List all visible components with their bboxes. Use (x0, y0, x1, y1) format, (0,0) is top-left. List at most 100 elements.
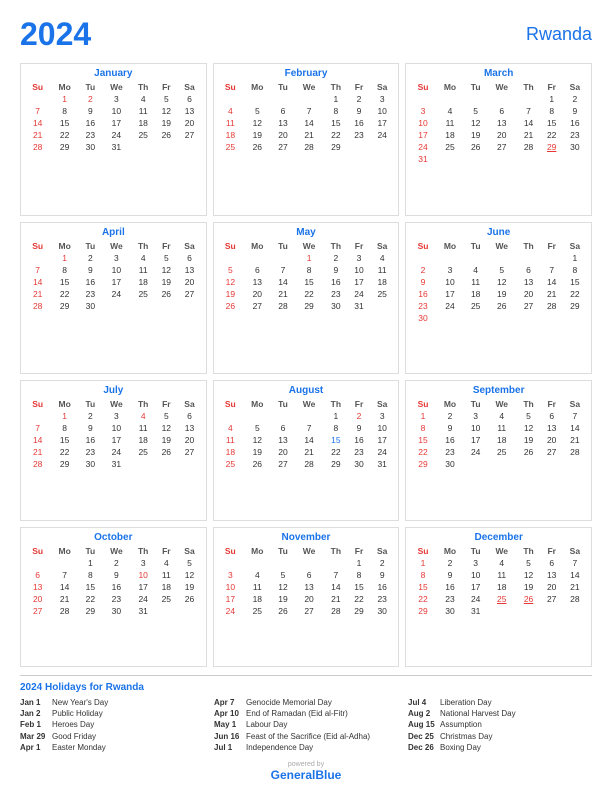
cal-day: 2 (79, 93, 102, 105)
cal-day: 18 (218, 129, 243, 141)
cal-day: 15 (50, 276, 79, 288)
day-header-th: Th (516, 398, 540, 410)
holiday-date: Jul 4 (408, 697, 436, 708)
cal-day: 12 (272, 581, 295, 593)
cal-day: 18 (131, 276, 155, 288)
cal-day: 4 (370, 252, 394, 264)
cal-day: 24 (102, 129, 131, 141)
day-header-tu: Tu (464, 240, 487, 252)
day-header-th: Th (131, 398, 155, 410)
cal-day: 30 (563, 141, 587, 153)
holiday-date: Dec 26 (408, 742, 436, 753)
cal-day: 4 (131, 93, 155, 105)
cal-day (516, 153, 540, 165)
cal-day: 19 (155, 117, 177, 129)
cal-day (243, 410, 272, 422)
cal-day: 16 (436, 434, 465, 446)
cal-table-october: SuMoTuWeThFrSa12345678910111213141516171… (25, 545, 202, 617)
cal-day: 23 (79, 288, 102, 300)
day-header-su: Su (25, 81, 50, 93)
day-header-sa: Sa (563, 545, 587, 557)
cal-day: 4 (487, 557, 516, 569)
cal-day: 21 (541, 288, 563, 300)
cal-day (541, 153, 563, 165)
holiday-item: Apr 1Easter Monday (20, 742, 204, 753)
cal-day (218, 93, 243, 105)
cal-day: 26 (155, 129, 177, 141)
cal-day: 5 (487, 264, 516, 276)
cal-day: 14 (25, 276, 50, 288)
cal-day: 11 (155, 569, 177, 581)
day-header-mo: Mo (436, 81, 465, 93)
cal-day: 21 (25, 288, 50, 300)
cal-day: 12 (487, 276, 516, 288)
day-header-tu: Tu (79, 240, 102, 252)
cal-day: 23 (436, 446, 465, 458)
cal-day: 26 (464, 141, 487, 153)
cal-day: 1 (563, 252, 587, 264)
day-header-tu: Tu (272, 240, 295, 252)
cal-day (25, 410, 50, 422)
cal-day (370, 141, 394, 153)
cal-day: 15 (79, 581, 102, 593)
cal-day: 19 (487, 288, 516, 300)
day-header-fr: Fr (541, 545, 563, 557)
cal-day: 29 (348, 605, 370, 617)
cal-day: 28 (294, 141, 323, 153)
cal-day: 8 (410, 422, 435, 434)
cal-day (370, 300, 394, 312)
cal-day: 28 (516, 141, 540, 153)
day-header-we: We (487, 240, 516, 252)
cal-day: 11 (464, 276, 487, 288)
cal-day (243, 557, 272, 569)
cal-day: 11 (487, 569, 516, 581)
cal-day: 29 (79, 605, 102, 617)
cal-day: 5 (155, 410, 177, 422)
cal-day: 16 (79, 276, 102, 288)
cal-day: 28 (25, 300, 50, 312)
cal-day: 29 (324, 458, 348, 470)
cal-day: 7 (50, 569, 79, 581)
cal-day: 25 (370, 288, 394, 300)
cal-day (516, 93, 540, 105)
cal-day: 11 (131, 422, 155, 434)
cal-day (272, 252, 295, 264)
cal-day: 16 (436, 581, 465, 593)
cal-day: 2 (436, 410, 465, 422)
day-header-sa: Sa (177, 545, 201, 557)
cal-day: 17 (410, 129, 435, 141)
brand-general: General (271, 768, 316, 782)
cal-day: 11 (436, 117, 465, 129)
cal-day: 27 (177, 288, 201, 300)
cal-day: 7 (563, 410, 587, 422)
day-header-we: We (487, 81, 516, 93)
holidays-col-1: Jan 1New Year's DayJan 2Public HolidayFe… (20, 697, 204, 753)
day-header-tu: Tu (464, 545, 487, 557)
cal-day: 17 (131, 581, 155, 593)
holiday-item: Aug 15Assumption (408, 719, 592, 730)
cal-day: 17 (464, 581, 487, 593)
day-header-we: We (294, 240, 323, 252)
cal-day: 27 (25, 605, 50, 617)
cal-day: 10 (464, 422, 487, 434)
month-block-april: AprilSuMoTuWeThFrSa123456789101112131415… (20, 222, 207, 375)
cal-day (131, 458, 155, 470)
cal-day (243, 93, 272, 105)
cal-day: 18 (464, 288, 487, 300)
cal-day (487, 605, 516, 617)
cal-day: 5 (218, 264, 243, 276)
cal-day: 21 (25, 446, 50, 458)
cal-day: 6 (516, 264, 540, 276)
cal-day: 4 (218, 422, 243, 434)
cal-day: 30 (436, 458, 465, 470)
holiday-name: Good Friday (52, 731, 96, 742)
cal-day: 8 (294, 264, 323, 276)
cal-day: 7 (541, 264, 563, 276)
cal-day: 26 (487, 300, 516, 312)
cal-day: 13 (294, 581, 323, 593)
cal-day: 22 (294, 288, 323, 300)
day-header-su: Su (218, 545, 243, 557)
footer: powered by GeneralBlue (20, 761, 592, 782)
holiday-name: Liberation Day (440, 697, 492, 708)
cal-day: 8 (541, 105, 563, 117)
